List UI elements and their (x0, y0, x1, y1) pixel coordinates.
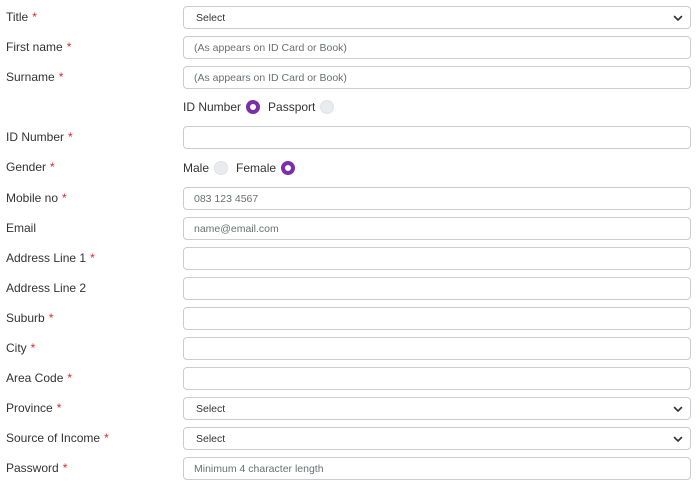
id-number-radio-dot[interactable] (246, 100, 261, 114)
chevron-down-icon (673, 436, 683, 442)
id-number-radio[interactable]: ID Number (183, 100, 268, 114)
province-select[interactable]: Select (183, 397, 691, 420)
email-placeholder: name@email.com (194, 223, 279, 235)
surname-row: Surname * (As appears on ID Card or Book) (0, 66, 700, 92)
password-label: Password * (6, 461, 68, 475)
suburb-row: Suburb * (0, 307, 700, 333)
passport-radio-label: Passport (268, 100, 316, 114)
area-code-input[interactable] (183, 367, 691, 390)
province-select-value: Select (196, 403, 226, 415)
title-row: Title * Select (0, 6, 700, 32)
password-row: Password * Minimum 4 character length (0, 457, 700, 483)
source-of-income-row: Source of Income * Select (0, 427, 700, 453)
province-label: Province * (6, 401, 62, 415)
area-code-row: Area Code * (0, 367, 700, 393)
address-line-1-label: Address Line 1 * (6, 251, 95, 265)
source-of-income-label: Source of Income * (6, 431, 109, 445)
surname-input[interactable]: (As appears on ID Card or Book) (183, 66, 691, 89)
source-of-income-select[interactable]: Select (183, 427, 691, 450)
chevron-down-icon (673, 15, 683, 21)
address-line-2-row: Address Line 2 (0, 277, 700, 303)
mobile-label: Mobile no * (6, 191, 67, 205)
gender-male-label: Male (183, 161, 210, 175)
first-name-input[interactable]: (As appears on ID Card or Book) (183, 36, 691, 59)
id-type-row: ID Number Passport (0, 95, 700, 121)
gender-female-label: Female (236, 161, 277, 175)
city-label: City * (6, 341, 36, 355)
address-line-2-input[interactable] (183, 277, 691, 300)
id-number-row: ID Number * (0, 126, 700, 152)
surname-label: Surname * (6, 70, 64, 84)
gender-male-dot[interactable] (214, 161, 229, 175)
passport-radio[interactable]: Passport (268, 100, 342, 114)
password-input[interactable]: Minimum 4 character length (183, 457, 691, 480)
passport-radio-dot[interactable] (320, 100, 335, 114)
suburb-label: Suburb * (6, 311, 54, 325)
city-row: City * (0, 337, 700, 363)
gender-radio-group: Male Female (183, 156, 303, 180)
title-select-value: Select (196, 12, 226, 24)
address-line-1-input[interactable] (183, 247, 691, 270)
title-select[interactable]: Select (183, 6, 691, 29)
mobile-placeholder: 083 123 4567 (194, 193, 259, 205)
gender-female-dot[interactable] (281, 161, 296, 175)
gender-label: Gender * (6, 160, 55, 174)
province-row: Province * Select (0, 397, 700, 423)
password-placeholder: Minimum 4 character length (194, 463, 324, 475)
area-code-label: Area Code * (6, 371, 73, 385)
email-row: Email name@email.com (0, 217, 700, 243)
first-name-row: First name * (As appears on ID Card or Bo… (0, 36, 700, 62)
id-type-radio-group: ID Number Passport (183, 95, 342, 119)
mobile-row: Mobile no * 083 123 4567 (0, 187, 700, 213)
id-number-radio-label: ID Number (183, 100, 242, 114)
first-name-placeholder: (As appears on ID Card or Book) (194, 42, 347, 54)
id-number-label: ID Number * (6, 130, 73, 144)
address-line-1-row: Address Line 1 * (0, 247, 700, 273)
city-input[interactable] (183, 337, 691, 360)
gender-male-radio[interactable]: Male (183, 161, 236, 175)
id-number-input[interactable] (183, 126, 691, 149)
mobile-input[interactable]: 083 123 4567 (183, 187, 691, 210)
email-label: Email (6, 221, 37, 235)
surname-placeholder: (As appears on ID Card or Book) (194, 72, 347, 84)
title-label: Title * (6, 10, 37, 24)
address-line-2-label: Address Line 2 (6, 281, 87, 295)
email-input[interactable]: name@email.com (183, 217, 691, 240)
chevron-down-icon (673, 406, 683, 412)
registration-form: Title * Select First name * (As appears on… (0, 0, 700, 488)
suburb-input[interactable] (183, 307, 691, 330)
first-name-label: First name * (6, 40, 72, 54)
gender-row: Gender * Male Female (0, 156, 700, 182)
source-of-income-select-value: Select (196, 433, 226, 445)
gender-female-radio[interactable]: Female (236, 161, 303, 175)
